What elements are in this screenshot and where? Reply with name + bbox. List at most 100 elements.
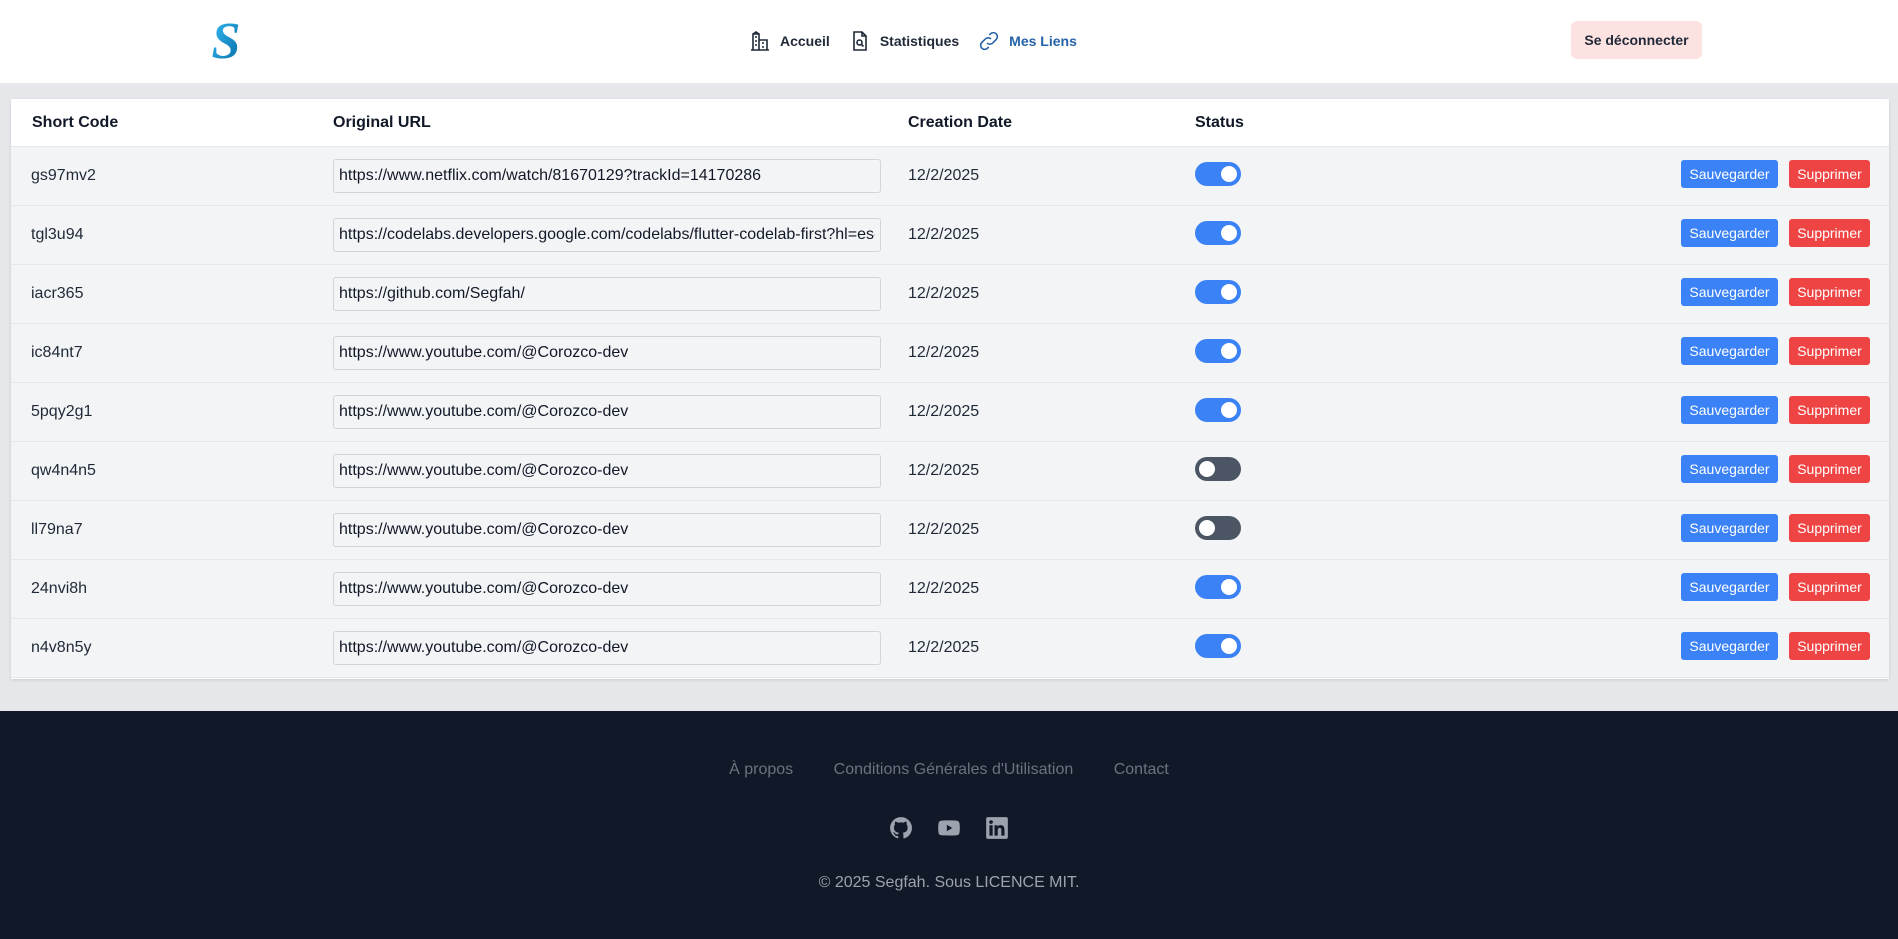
delete-button[interactable]: Supprimer <box>1789 160 1870 188</box>
status-toggle[interactable] <box>1195 634 1241 658</box>
save-button[interactable]: Sauvegarder <box>1681 219 1778 247</box>
logo-s-icon: S <box>212 13 241 70</box>
footer-links: À propos Conditions Générales d'Utilisat… <box>0 761 1898 779</box>
short-code: qw4n4n5 <box>31 462 96 479</box>
toggle-knob <box>1221 402 1237 418</box>
delete-button[interactable]: Supprimer <box>1789 455 1870 483</box>
creation-date: 12/2/2025 <box>908 639 980 656</box>
save-button[interactable]: Sauvegarder <box>1681 514 1778 542</box>
footer-link-terms[interactable]: Conditions Générales d'Utilisation <box>834 761 1074 778</box>
original-url-input[interactable] <box>333 336 881 370</box>
toggle-knob <box>1199 520 1215 536</box>
delete-button[interactable]: Supprimer <box>1789 514 1870 542</box>
original-url-input[interactable] <box>333 572 881 606</box>
nav-item-accueil[interactable]: Accueil <box>748 29 830 53</box>
short-code: n4v8n5y <box>31 639 92 656</box>
creation-date: 12/2/2025 <box>908 403 980 420</box>
creation-date: 12/2/2025 <box>908 285 980 302</box>
save-button[interactable]: Sauvegarder <box>1681 278 1778 306</box>
svg-text:S: S <box>212 16 241 64</box>
original-url-input[interactable] <box>333 159 881 193</box>
creation-date: 12/2/2025 <box>908 521 980 538</box>
nav-label: Mes Liens <box>1009 33 1077 49</box>
nav-label: Statistiques <box>879 33 960 49</box>
delete-button[interactable]: Supprimer <box>1789 573 1870 601</box>
short-code: ll79na7 <box>31 521 83 538</box>
toggle-knob <box>1221 579 1237 595</box>
save-button[interactable]: Sauvegarder <box>1681 396 1778 424</box>
footer: À propos Conditions Générales d'Utilisat… <box>0 711 1898 939</box>
status-toggle[interactable] <box>1195 398 1241 422</box>
toggle-knob <box>1221 343 1237 359</box>
table-row: tgl3u94 12/2/2025 Sauvegarder Supprimer <box>11 206 1889 265</box>
short-code: ic84nt7 <box>31 344 83 361</box>
delete-button[interactable]: Supprimer <box>1789 278 1870 306</box>
short-code: 24nvi8h <box>31 580 88 597</box>
table-row: ic84nt7 12/2/2025 Sauvegarder Supprimer <box>11 324 1889 383</box>
save-button[interactable]: Sauvegarder <box>1681 573 1778 601</box>
original-url-input[interactable] <box>333 513 881 547</box>
status-toggle[interactable] <box>1195 457 1241 481</box>
original-url-input[interactable] <box>333 277 881 311</box>
nav-item-mes-liens[interactable]: Mes Liens <box>977 29 1077 53</box>
main-nav: Accueil Statistiques Mes Liens <box>748 26 1095 56</box>
delete-button[interactable]: Supprimer <box>1789 396 1870 424</box>
short-code: tgl3u94 <box>31 226 84 243</box>
save-button[interactable]: Sauvegarder <box>1681 632 1778 660</box>
creation-date: 12/2/2025 <box>908 462 980 479</box>
table-row: 24nvi8h 12/2/2025 Sauvegarder Supprimer <box>11 560 1889 619</box>
table-header: Short Code Original URL Creation Date St… <box>11 99 1889 147</box>
creation-date: 12/2/2025 <box>908 344 980 361</box>
toggle-knob <box>1221 225 1237 241</box>
table-row: iacr365 12/2/2025 Sauvegarder Supprimer <box>11 265 1889 324</box>
column-header-status: Status <box>1195 114 1244 131</box>
original-url-input[interactable] <box>333 631 881 665</box>
column-header-short-code: Short Code <box>32 114 119 131</box>
original-url-input[interactable] <box>333 454 881 488</box>
github-icon[interactable] <box>888 815 914 841</box>
table-row: 5pqy2g1 12/2/2025 Sauvegarder Supprimer <box>11 383 1889 442</box>
delete-button[interactable]: Supprimer <box>1789 337 1870 365</box>
original-url-input[interactable] <box>333 395 881 429</box>
table-row: gs97mv2 12/2/2025 Sauvegarder Supprimer <box>11 147 1889 206</box>
creation-date: 12/2/2025 <box>908 226 980 243</box>
status-toggle[interactable] <box>1195 516 1241 540</box>
nav-item-statistiques[interactable]: Statistiques <box>848 29 959 53</box>
creation-date: 12/2/2025 <box>908 167 980 184</box>
building-icon <box>751 31 769 51</box>
table-row: qw4n4n5 12/2/2025 Sauvegarder Supprimer <box>11 442 1889 501</box>
original-url-input[interactable] <box>333 218 881 252</box>
youtube-icon[interactable] <box>936 815 962 841</box>
toggle-knob <box>1221 638 1237 654</box>
column-header-creation-date: Creation Date <box>908 114 1013 131</box>
delete-button[interactable]: Supprimer <box>1789 632 1870 660</box>
save-button[interactable]: Sauvegarder <box>1681 455 1778 483</box>
toggle-knob <box>1199 461 1215 477</box>
logo[interactable]: S <box>206 13 246 70</box>
social-links <box>0 815 1898 841</box>
save-button[interactable]: Sauvegarder <box>1681 160 1778 188</box>
footer-link-about[interactable]: À propos <box>729 761 793 778</box>
status-toggle[interactable] <box>1195 575 1241 599</box>
status-toggle[interactable] <box>1195 339 1241 363</box>
column-header-original-url: Original URL <box>333 114 431 131</box>
linkedin-icon[interactable] <box>984 815 1010 841</box>
status-toggle[interactable] <box>1195 162 1241 186</box>
status-toggle[interactable] <box>1195 280 1241 304</box>
table-row: n4v8n5y 12/2/2025 Sauvegarder Supprimer <box>11 619 1889 678</box>
short-code: 5pqy2g1 <box>31 403 93 420</box>
toggle-knob <box>1221 166 1237 182</box>
delete-button[interactable]: Supprimer <box>1789 219 1870 247</box>
footer-link-contact[interactable]: Contact <box>1114 761 1169 778</box>
document-search-icon <box>853 31 867 51</box>
table-row: ll79na7 12/2/2025 Sauvegarder Supprimer <box>11 501 1889 560</box>
save-button[interactable]: Sauvegarder <box>1681 337 1778 365</box>
links-table: Short Code Original URL Creation Date St… <box>11 99 1889 679</box>
status-toggle[interactable] <box>1195 221 1241 245</box>
toggle-knob <box>1221 284 1237 300</box>
logout-button[interactable]: Se déconnecter <box>1571 21 1702 59</box>
top-header: S Accueil Statistiques Mes Liens Se déco… <box>0 0 1898 83</box>
copyright-text: © 2025 Segfah. Sous LICENCE MIT. <box>818 874 1080 891</box>
link-icon <box>980 31 999 51</box>
short-code: gs97mv2 <box>31 167 96 184</box>
